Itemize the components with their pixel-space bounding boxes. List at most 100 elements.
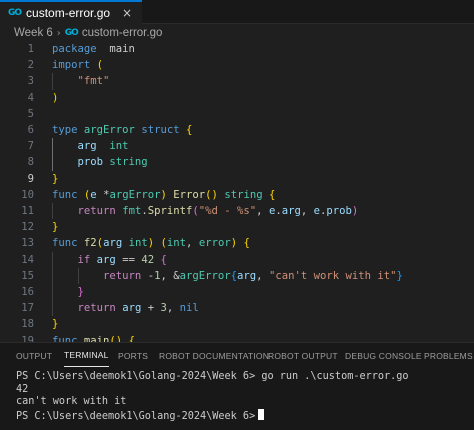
- code-token: {: [160, 253, 167, 266]
- panel-tab-robot-output[interactable]: ROBOT OUTPUT: [268, 343, 338, 369]
- tab-custom-error-go[interactable]: GO custom-error.go ×: [0, 0, 142, 24]
- code-token: ): [351, 205, 359, 217]
- code-token: type: [52, 124, 78, 136]
- terminal-output[interactable]: PS C:\Users\deemok1\Golang-2024\Week 6> …: [16, 371, 409, 422]
- code-token: return: [77, 205, 116, 217]
- terminal-line-text: can't work with it: [16, 396, 127, 407]
- line-number: 13: [21, 237, 34, 250]
- code-line[interactable]: 1 package main: [0, 41, 474, 57]
- terminal-line-text: PS C:\Users\deemok1\Golang-2024\Week 6>: [16, 410, 256, 422]
- code-text: return -1, &argError{arg, "can't work wi…: [52, 268, 403, 284]
- code-token: struct: [141, 124, 180, 136]
- code-token: prob: [77, 156, 104, 169]
- line-number: 12: [21, 221, 34, 234]
- code-line[interactable]: 17 return arg + 3, nil: [0, 300, 474, 316]
- code-text: arg int: [52, 138, 129, 154]
- line-number: 15: [21, 269, 34, 282]
- code-token: (): [109, 334, 123, 342]
- breadcrumb-folder[interactable]: Week 6: [14, 27, 53, 39]
- code-token: func: [52, 334, 78, 342]
- code-editor[interactable]: 1 package main 2 import (3 "fmt" 4) 5 6 type ar…: [0, 40, 474, 342]
- breadcrumb-file[interactable]: custom-error.go: [82, 27, 163, 39]
- line-number: 19: [21, 334, 34, 342]
- line-number: 4: [27, 91, 34, 104]
- code-token: arg: [281, 205, 301, 217]
- code-line[interactable]: 19 func main() {: [0, 333, 474, 342]
- code-line[interactable]: 14 if arg == 42 {: [0, 252, 474, 268]
- code-token: +: [141, 302, 161, 315]
- code-token: }: [52, 318, 59, 331]
- panel-tab-output[interactable]: OUTPUT: [16, 343, 52, 369]
- code-token: (): [205, 188, 218, 201]
- close-icon[interactable]: ×: [122, 6, 132, 20]
- code-token: "%d - %s": [198, 205, 257, 217]
- panel-tab-problems[interactable]: PROBLEMS: [424, 343, 473, 369]
- code-token: Error: [173, 188, 206, 201]
- code-token: ,: [256, 269, 269, 282]
- code-text: func main() {: [52, 333, 135, 342]
- code-text: func (e *argError) Error() string {: [52, 187, 275, 203]
- line-number: 1: [27, 43, 34, 55]
- go-file-icon: GO: [64, 28, 79, 38]
- code-token: ,: [256, 205, 269, 217]
- code-line[interactable]: 13 func f2(arg int) (int, error) {: [0, 235, 474, 251]
- line-number: 2: [27, 59, 34, 72]
- code-token: error: [198, 237, 231, 250]
- code-line[interactable]: 2 import (: [0, 57, 474, 73]
- code-text: return fmt.Sprintf("%d - %s", e.arg, e.p…: [52, 203, 359, 219]
- code-token: return: [77, 302, 116, 315]
- go-file-icon: GO: [8, 8, 22, 18]
- code-line[interactable]: 3 "fmt": [0, 73, 474, 89]
- code-line[interactable]: 5: [0, 106, 474, 122]
- code-token: }: [52, 221, 59, 234]
- code-token: }: [52, 172, 59, 185]
- line-number: 14: [21, 253, 34, 266]
- indent-guide: [52, 251, 53, 317]
- tab-label: custom-error.go: [26, 6, 111, 20]
- code-line[interactable]: 11 return fmt.Sprintf("%d - %s", e.arg, …: [0, 203, 474, 219]
- code-token: ==: [115, 253, 142, 266]
- code-line[interactable]: 4): [0, 90, 474, 106]
- code-token: -: [141, 269, 155, 282]
- editor-tab-bar: GO custom-error.go ×: [0, 0, 474, 24]
- code-text: import (: [52, 57, 103, 73]
- code-token: *: [96, 188, 110, 201]
- code-token: return: [103, 269, 142, 282]
- line-number: 9: [27, 172, 34, 185]
- code-line[interactable]: 18}: [0, 316, 474, 332]
- code-line[interactable]: 7 arg int: [0, 138, 474, 154]
- code-token: nil: [179, 302, 199, 315]
- code-line[interactable]: 6 type argError struct {: [0, 122, 474, 138]
- code-token: arg: [103, 237, 123, 250]
- code-line[interactable]: 9}: [0, 171, 474, 187]
- code-line[interactable]: 10 func (e *argError) Error() string {: [0, 187, 474, 203]
- code-token: ): [52, 91, 59, 104]
- code-text: if arg == 42 {: [52, 252, 167, 268]
- code-token: string: [224, 188, 263, 201]
- code-token: ,: [300, 205, 314, 217]
- code-token: func: [52, 188, 78, 201]
- code-token: "can't work with it": [268, 269, 397, 282]
- panel-tab-debug-console[interactable]: DEBUG CONSOLE: [345, 343, 422, 369]
- code-token: arg: [77, 140, 97, 153]
- line-number: 11: [21, 205, 34, 217]
- terminal-line-text: PS C:\Users\deemok1\Golang-2024\Week 6> …: [16, 371, 409, 382]
- indent-guide: [77, 267, 79, 284]
- code-line[interactable]: 12}: [0, 219, 474, 235]
- code-line[interactable]: 8 prob string: [0, 154, 474, 170]
- code-token: argError: [109, 188, 161, 201]
- code-token: package: [52, 43, 97, 55]
- line-number: 16: [21, 286, 34, 298]
- code-token: {: [243, 237, 250, 250]
- code-line[interactable]: 15 return -1, &argError{arg, "can't work…: [0, 268, 474, 284]
- panel-tab-robot-documentation[interactable]: ROBOT DOCUMENTATION: [159, 343, 269, 369]
- panel-tab-ports[interactable]: PORTS: [118, 343, 148, 369]
- panel-tab-terminal[interactable]: TERMINAL: [64, 343, 109, 367]
- code-line[interactable]: 16 }: [0, 284, 474, 300]
- code-token: argError: [83, 124, 135, 136]
- line-number: 5: [27, 107, 34, 120]
- terminal-line: PS C:\Users\deemok1\Golang-2024\Week 6> …: [16, 371, 409, 384]
